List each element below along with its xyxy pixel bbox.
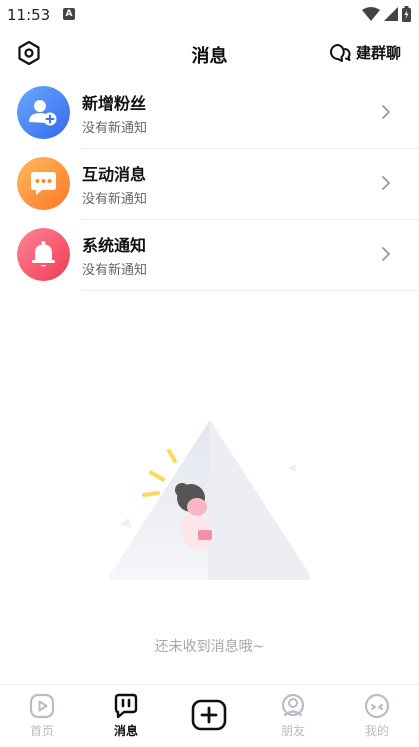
message-item-subtitle: 没有新通知 bbox=[82, 263, 148, 278]
plus-box-icon[interactable] bbox=[191, 699, 227, 731]
chat-bubble-icon bbox=[17, 157, 70, 210]
signal-icon bbox=[384, 7, 398, 21]
message-item-interactions[interactable]: 互动消息 没有新通知 bbox=[0, 149, 419, 220]
nav-label: 首页 bbox=[29, 724, 54, 738]
battery-icon bbox=[402, 6, 411, 22]
profile-icon bbox=[364, 693, 390, 719]
message-item-system-notice[interactable]: 系统通知 没有新通知 bbox=[0, 220, 419, 291]
divider bbox=[82, 290, 419, 291]
nav-profile[interactable]: 我的 bbox=[347, 693, 407, 739]
nav-label: 消息 bbox=[113, 724, 138, 738]
nav-label: 朋友 bbox=[280, 724, 305, 738]
status-indicator-icon: A bbox=[63, 8, 75, 20]
chevron-right-icon bbox=[382, 176, 390, 190]
message-item-subtitle: 没有新通知 bbox=[82, 192, 148, 207]
status-icons bbox=[362, 6, 411, 22]
message-icon bbox=[114, 693, 138, 719]
message-category-list: 新增粉丝 没有新通知 互动消息 没有新通知 系统通知 没有新通知 bbox=[0, 78, 419, 291]
nav-messages[interactable]: 消息 bbox=[96, 693, 156, 739]
user-plus-icon bbox=[17, 86, 70, 139]
chevron-right-icon bbox=[382, 105, 390, 119]
message-item-title: 新增粉丝 bbox=[82, 94, 147, 113]
header: 消息 建群聊 bbox=[0, 30, 419, 76]
message-item-new-fans[interactable]: 新增粉丝 没有新通知 bbox=[0, 78, 419, 149]
message-item-title: 互动消息 bbox=[82, 165, 147, 184]
wifi-icon bbox=[362, 7, 380, 21]
bell-icon bbox=[17, 228, 70, 281]
status-time: 11:53 bbox=[7, 6, 51, 24]
chevron-right-icon bbox=[382, 247, 390, 261]
status-bar: 11:53 A bbox=[0, 0, 419, 30]
group-chat-icon bbox=[329, 43, 351, 62]
bottom-nav: 首页 消息 朋友 我的 bbox=[0, 684, 419, 747]
create-group-chat-button[interactable]: 建群聊 bbox=[329, 42, 401, 63]
group-chat-label: 建群聊 bbox=[355, 44, 401, 62]
message-item-title: 系统通知 bbox=[82, 236, 147, 255]
friends-icon bbox=[281, 693, 305, 717]
message-item-subtitle: 没有新通知 bbox=[82, 121, 148, 136]
nav-home[interactable]: 首页 bbox=[12, 693, 72, 739]
play-icon bbox=[29, 693, 55, 719]
nav-friends[interactable]: 朋友 bbox=[263, 693, 323, 739]
empty-state-illustration bbox=[109, 420, 311, 580]
empty-state-text: 还未收到消息哦~ bbox=[154, 639, 265, 655]
nav-label: 我的 bbox=[364, 724, 389, 738]
